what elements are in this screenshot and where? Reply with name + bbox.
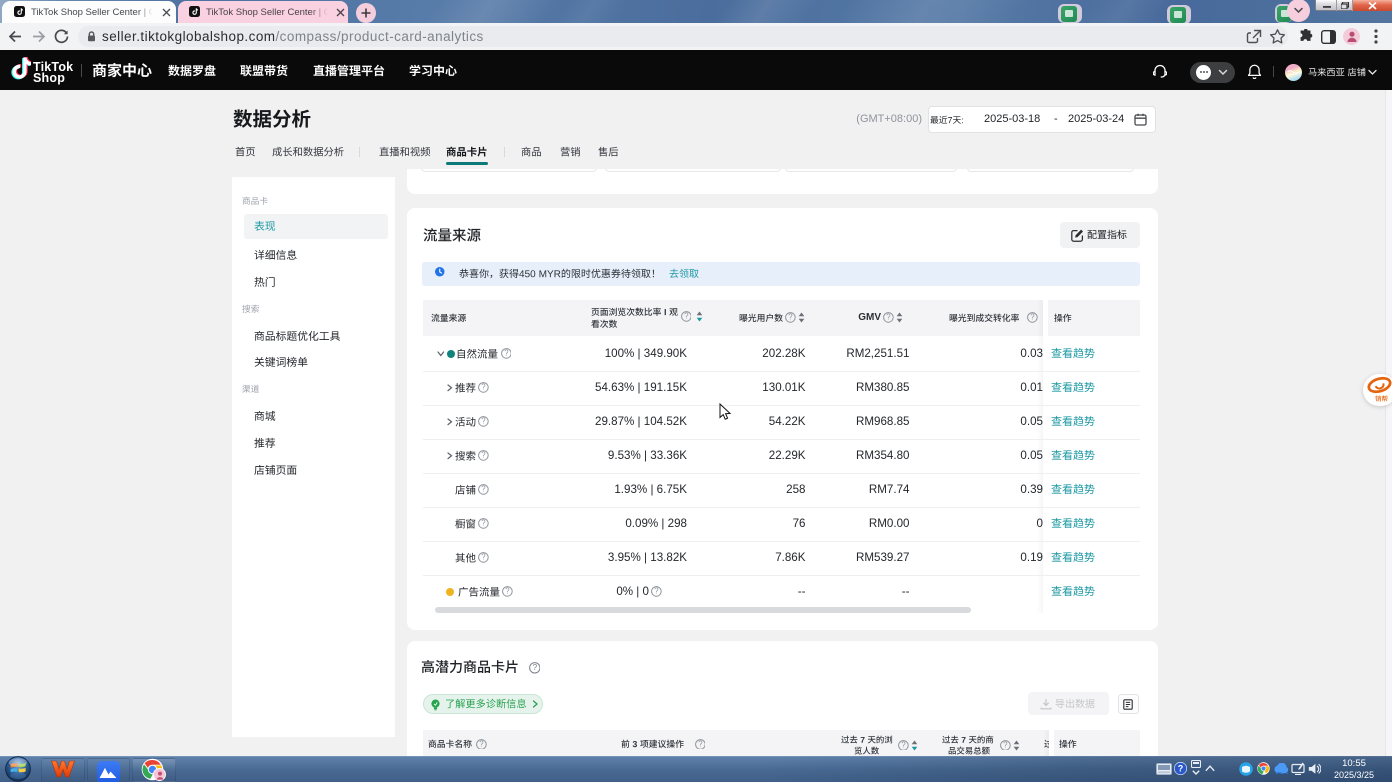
- svg-text:?: ?: [1030, 312, 1035, 321]
- svg-text:?: ?: [481, 382, 486, 391]
- svg-text:?: ?: [481, 450, 486, 459]
- svg-text:?: ?: [481, 484, 486, 493]
- svg-text:?: ?: [481, 416, 486, 425]
- svg-text:?: ?: [504, 348, 509, 357]
- svg-text:?: ?: [1178, 764, 1184, 774]
- svg-text:?: ?: [901, 740, 906, 749]
- svg-text:?: ?: [481, 518, 486, 527]
- svg-text:?: ?: [481, 552, 486, 561]
- svg-text:?: ?: [684, 311, 689, 320]
- svg-text:?: ?: [505, 586, 510, 595]
- svg-text:?: ?: [1003, 740, 1008, 749]
- svg-text:?: ?: [654, 586, 659, 595]
- svg-text:?: ?: [886, 312, 891, 321]
- svg-text:?: ?: [788, 312, 793, 321]
- svg-text:?: ?: [479, 739, 484, 748]
- svg-text:?: ?: [698, 739, 703, 748]
- svg-text:?: ?: [532, 662, 537, 672]
